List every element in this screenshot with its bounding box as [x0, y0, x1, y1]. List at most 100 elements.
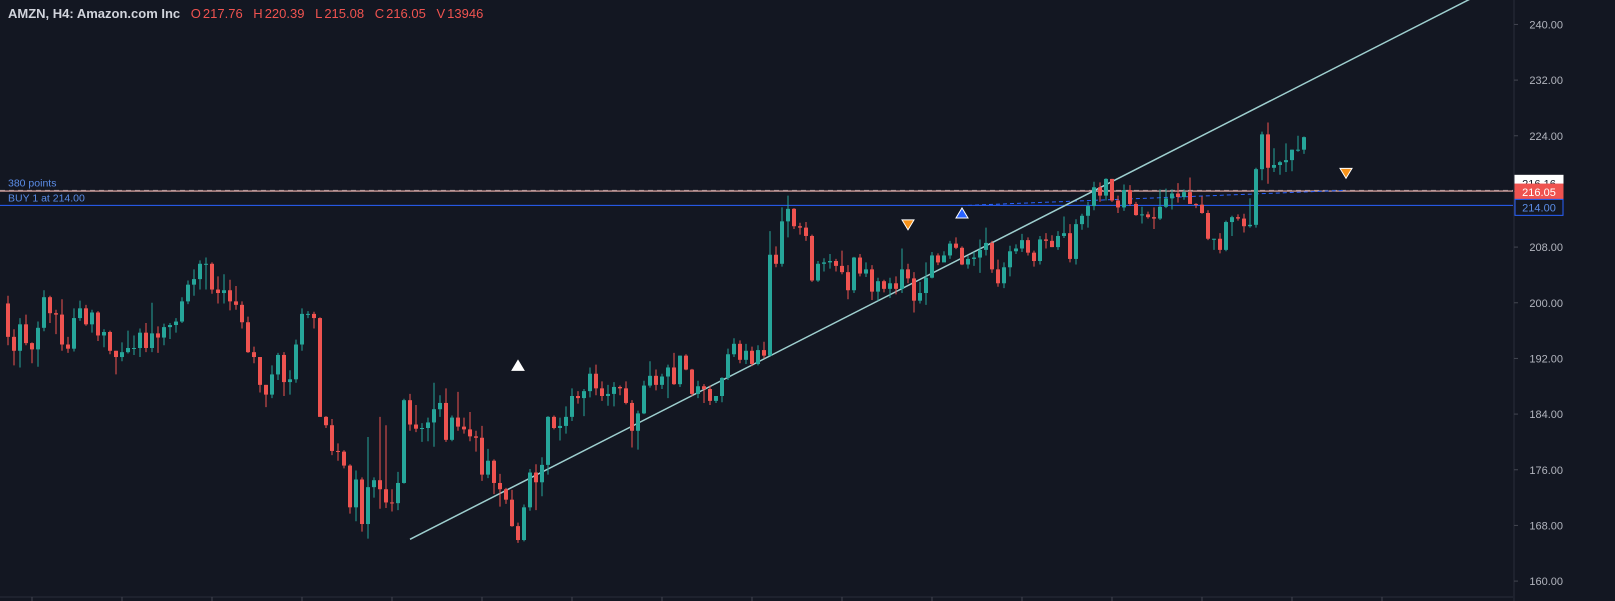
candle-body: [1056, 235, 1060, 248]
price-tick-label: 168.00: [1529, 520, 1563, 532]
candle-body: [552, 416, 556, 429]
candle-body: [1128, 190, 1132, 204]
candle-body: [18, 324, 22, 351]
candle-body: [498, 482, 502, 490]
candle-body: [1206, 213, 1210, 239]
symbol-title: AMZN, H4: Amazon.com Inc: [8, 6, 181, 21]
candle-body: [792, 208, 796, 227]
candle-body: [678, 355, 682, 385]
candle-body: [834, 261, 838, 266]
candle-body: [1278, 162, 1282, 165]
candle-body: [420, 428, 424, 430]
candle-body: [102, 331, 106, 336]
candle-body: [1122, 190, 1126, 208]
candle-body: [918, 293, 922, 301]
candle-body: [504, 489, 508, 500]
candle-body: [852, 257, 856, 291]
candle-body: [384, 489, 388, 503]
candle-body: [138, 332, 142, 348]
candle-body: [648, 375, 652, 386]
candle-body: [1098, 187, 1102, 196]
candle-body: [306, 313, 310, 315]
candle-body: [570, 395, 574, 417]
candle-body: [288, 379, 292, 383]
candle-body: [444, 402, 448, 440]
candle-body: [810, 235, 814, 281]
candle-body: [936, 255, 940, 263]
candle-body: [1194, 203, 1198, 205]
candle-body: [660, 376, 664, 385]
candle-body: [828, 261, 832, 263]
candle-body: [450, 417, 454, 440]
candle-body: [468, 429, 472, 437]
candle-body: [1116, 200, 1120, 208]
symbol-legend: AMZN, H4: Amazon.com Inc O 217.76 H 220.39…: [8, 6, 483, 21]
candle-body: [474, 436, 478, 438]
candle-body: [582, 391, 586, 399]
candle-body: [462, 426, 466, 430]
candle-body: [1002, 267, 1006, 284]
candle-body: [282, 354, 286, 383]
candle-body: [576, 395, 580, 399]
candle-body: [318, 318, 322, 417]
legend-high: H 220.39: [253, 6, 305, 21]
candle-body: [1260, 134, 1264, 170]
candle-body: [1074, 224, 1078, 259]
candle-body: [756, 350, 760, 364]
candle-body: [1224, 222, 1228, 250]
candle-body: [150, 333, 154, 348]
candle-body: [1302, 137, 1306, 150]
candle-body: [66, 344, 70, 349]
candle-body: [714, 395, 718, 401]
candle-body: [174, 321, 178, 326]
candle-body: [870, 269, 874, 292]
price-tick-label: 240.00: [1529, 19, 1563, 31]
candle-body: [702, 386, 706, 390]
candle-body: [372, 480, 376, 488]
candle-body: [294, 344, 298, 380]
candle-body: [414, 424, 418, 429]
price-tick-label: 224.00: [1529, 131, 1563, 143]
candle-body: [432, 409, 436, 423]
candle-body: [864, 269, 868, 274]
candle-body: [1134, 203, 1138, 216]
candle-body: [564, 416, 568, 426]
candle-body: [1236, 217, 1240, 219]
price-chart[interactable]: 380 points BUY 1 at 214.00 240.00 232.00 22…: [0, 0, 1615, 601]
candle-body: [360, 479, 364, 525]
candle-body: [276, 354, 280, 375]
candle-body: [840, 265, 844, 273]
candle-body: [1176, 193, 1180, 197]
candle-body: [96, 312, 100, 336]
candle-body: [594, 373, 598, 389]
candle-body: [312, 313, 316, 319]
candle-body: [996, 269, 1000, 284]
candle-body: [1092, 187, 1096, 207]
candle-body: [1044, 239, 1048, 241]
candle-body: [90, 312, 94, 325]
candle-body: [798, 226, 802, 228]
candle-body: [528, 472, 532, 508]
candle-body: [204, 263, 208, 265]
candle-body: [234, 301, 238, 305]
candle-body: [606, 393, 610, 396]
candle-body: [114, 350, 118, 358]
candle-body: [708, 389, 712, 401]
candle-body: [1014, 248, 1018, 252]
candle-body: [990, 242, 994, 270]
candle-body: [252, 352, 256, 358]
candle-body: [1008, 251, 1012, 268]
candle-body: [618, 386, 622, 389]
candle-body: [1182, 192, 1186, 197]
candle-body: [246, 322, 250, 353]
candle-body: [36, 327, 40, 350]
candle-body: [216, 289, 220, 294]
candle-body: [942, 255, 946, 263]
legend-volume: V 13946: [436, 6, 484, 21]
candle-body: [258, 357, 262, 385]
price-tick-label: 200.00: [1529, 298, 1563, 310]
candle-body: [60, 314, 64, 345]
candle-body: [1254, 169, 1258, 225]
candle-body: [690, 369, 694, 394]
candle-body: [1146, 214, 1150, 218]
